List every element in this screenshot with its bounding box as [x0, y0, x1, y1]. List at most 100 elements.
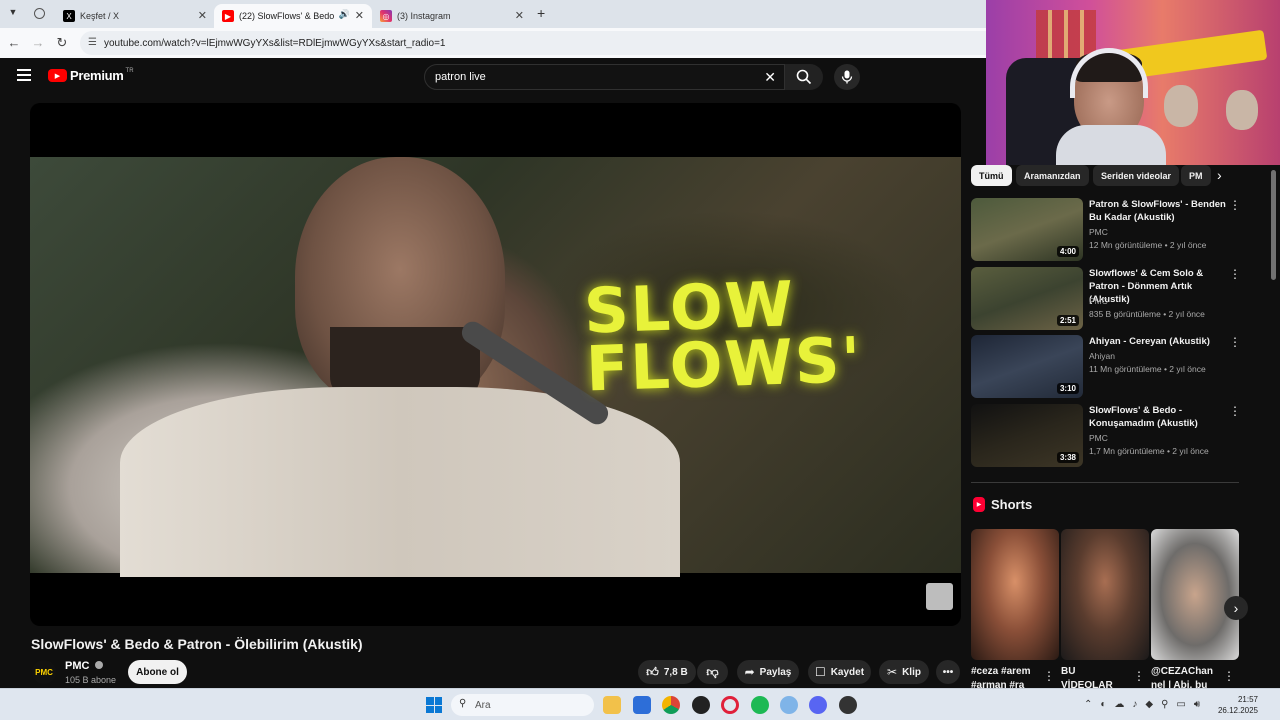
close-tab-icon[interactable]: ✕: [355, 9, 364, 22]
video-thumbnail[interactable]: 3:10: [971, 335, 1083, 398]
more-actions-button[interactable]: •••: [936, 660, 960, 684]
short-thumbnail[interactable]: [971, 529, 1059, 660]
video-frame[interactable]: SLOW FLOWS': [30, 157, 961, 577]
tab-instagram[interactable]: ◎ (3) Instagram ✕: [372, 4, 532, 28]
windows-taskbar: ⚲ Ara ⌃◐☁♪◆⚲▭🔊︎ 21:57 26.12.2025: [0, 688, 1280, 720]
clip-label: Klip: [902, 666, 921, 678]
chip-label: PM: [1189, 170, 1203, 181]
store-icon[interactable]: [633, 696, 651, 714]
search-input[interactable]: patron live ✕: [424, 64, 785, 90]
chrome-icon[interactable]: [662, 696, 680, 714]
app-icon[interactable]: [692, 696, 710, 714]
shorts-next-button[interactable]: ›: [1224, 596, 1248, 620]
windows-start-icon[interactable]: [426, 697, 442, 713]
channel-avatar[interactable]: PMC: [32, 660, 56, 684]
more-vertical-icon[interactable]: ⋮: [1229, 335, 1241, 349]
short-thumbnail[interactable]: [1061, 529, 1149, 660]
more-vertical-icon[interactable]: ⋮: [1133, 669, 1145, 683]
chip-series-videos[interactable]: Seriden videolar: [1093, 165, 1180, 186]
video-title: SlowFlows' & Bedo & Patron - Ölebilirim …: [31, 636, 363, 652]
tab-x[interactable]: X Keşfet / X ✕: [55, 4, 215, 28]
video-thumbnail[interactable]: 4:00: [971, 198, 1083, 261]
short-title: #ceza #arem #arman #ra: [971, 666, 1031, 689]
clear-search-icon[interactable]: ✕: [764, 69, 776, 86]
more-vertical-icon[interactable]: ⋮: [1229, 198, 1241, 212]
share-button[interactable]: ➦ Paylaş: [737, 660, 799, 684]
more-vertical-icon[interactable]: ⋮: [1043, 669, 1055, 683]
more-vertical-icon[interactable]: ⋮: [1229, 404, 1241, 418]
clock-time: 21:57: [1237, 695, 1258, 704]
channel-name[interactable]: PMC: [65, 660, 103, 672]
site-settings-icon[interactable]: ☰: [88, 37, 97, 48]
related-video[interactable]: 4:00 Patron & SlowFlows' - Benden Bu Kad…: [971, 198, 1241, 262]
duration-badge: 2:51: [1056, 315, 1079, 326]
more-vertical-icon[interactable]: ⋮: [1229, 267, 1241, 281]
related-channel[interactable]: PMC: [1089, 433, 1108, 443]
more-vertical-icon[interactable]: ⋮: [1223, 669, 1235, 683]
taskbar-search[interactable]: ⚲ Ara: [451, 694, 594, 716]
youtube-premium-logo[interactable]: ▶ Premium TR: [48, 68, 134, 83]
save-label: Kaydet: [830, 666, 865, 678]
spotify-icon[interactable]: [751, 696, 769, 714]
chips-next-arrow-icon[interactable]: ›: [1217, 167, 1222, 183]
clip-button[interactable]: ✂ Klip: [879, 660, 929, 684]
related-channel[interactable]: PMC: [1089, 227, 1108, 237]
save-button[interactable]: ☐ Kaydet: [808, 660, 871, 684]
short-title: @CEZAChan nel | Abi, bu: [1151, 666, 1213, 689]
chip-all[interactable]: Tümü: [971, 165, 1012, 186]
tab-list-icon[interactable]: ▼: [6, 7, 20, 21]
duration-badge: 4:00: [1056, 246, 1079, 257]
page-scrollbar[interactable]: [1271, 170, 1276, 280]
thumbs-up-icon: 👍︎: [646, 664, 659, 679]
mannequin-head: [1164, 85, 1198, 127]
duration-badge: 3:38: [1056, 452, 1079, 463]
tab-label: (3) Instagram: [397, 11, 451, 21]
search-button[interactable]: [785, 64, 823, 90]
back-arrow-icon[interactable]: ←: [6, 35, 22, 50]
miniplayer-button[interactable]: [926, 583, 953, 610]
discord-icon[interactable]: [809, 696, 827, 714]
related-channel[interactable]: PMC: [1089, 296, 1108, 306]
related-title: Ahiyan - Cereyan (Akustik): [1089, 336, 1210, 347]
related-meta: 12 Mn görüntüleme • 2 yıl önce: [1089, 240, 1207, 250]
system-tray[interactable]: ⌃◐☁♪◆⚲▭🔊︎: [1084, 699, 1208, 710]
related-meta: 11 Mn görüntüleme • 2 yıl önce: [1089, 364, 1206, 374]
chip-pmc[interactable]: PM: [1181, 165, 1211, 186]
opera-icon[interactable]: [721, 696, 739, 714]
voice-search-button[interactable]: [834, 64, 860, 90]
related-video[interactable]: 2:51 Slowflows' & Cem Solo & Patron - Dö…: [971, 267, 1241, 331]
speaker-icon[interactable]: 🔊: [339, 9, 350, 20]
taskbar-search-label: Ara: [475, 699, 491, 711]
file-explorer-icon[interactable]: [603, 696, 621, 714]
tab-label: (22) SlowFlows' & Bedo & P: [239, 11, 335, 21]
streamer-shirt: [1056, 125, 1166, 165]
new-tab-button[interactable]: +: [537, 5, 545, 21]
like-button[interactable]: 👍︎ 7,8 B: [638, 660, 696, 684]
subscriber-count: 105 B abone: [65, 675, 117, 685]
tab-youtube[interactable]: ▶ (22) SlowFlows' & Bedo & P 🔊 ✕: [214, 4, 372, 28]
hamburger-menu-icon[interactable]: [17, 69, 31, 81]
reload-icon[interactable]: ↻: [54, 35, 70, 51]
subscribe-button[interactable]: Abone ol: [128, 660, 187, 684]
taskbar-clock[interactable]: 21:57 26.12.2025: [1218, 694, 1258, 716]
video-thumbnail[interactable]: 3:38: [971, 404, 1083, 467]
network-app-icon[interactable]: [780, 696, 798, 714]
video-thumbnail[interactable]: 2:51: [971, 267, 1083, 330]
related-video[interactable]: 3:38 SlowFlows' & Bedo - Konuşamadım (Ak…: [971, 404, 1241, 468]
tab-favicon-globe-icon[interactable]: [34, 8, 45, 19]
close-tab-icon[interactable]: ✕: [198, 9, 207, 22]
forward-arrow-icon[interactable]: →: [30, 35, 46, 50]
related-video[interactable]: 3:10 Ahiyan - Cereyan (Akustik) Ahiyan 1…: [971, 335, 1241, 399]
search-icon: ⚲: [459, 698, 467, 709]
game-app-icon[interactable]: [839, 696, 857, 714]
related-channel[interactable]: Ahiyan: [1089, 351, 1115, 361]
short-thumbnail[interactable]: [1151, 529, 1239, 660]
shorts-heading: Shorts: [991, 497, 1033, 512]
chip-from-search[interactable]: Aramanızdan: [1016, 165, 1089, 186]
dislike-button[interactable]: 👎︎: [697, 660, 728, 684]
clock-date: 26.12.2025: [1217, 706, 1258, 715]
video-player[interactable]: SLOW FLOWS': [30, 103, 961, 626]
close-tab-icon[interactable]: ✕: [515, 9, 524, 22]
like-count: 7,8 B: [663, 666, 688, 678]
address-bar[interactable]: ☰ youtube.com/watch?v=lEjmwWGyYXs&list=R…: [80, 31, 986, 55]
